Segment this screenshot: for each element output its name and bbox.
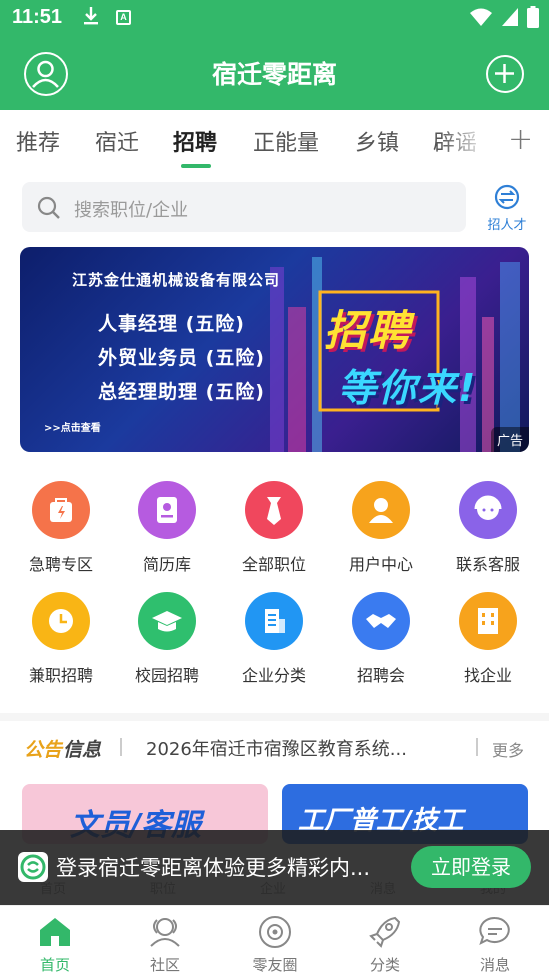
bottom-nav: 首页 社区 零友圈 分类 消息	[0, 905, 549, 977]
banner-job: 人事经理 (五险)	[98, 313, 245, 335]
office-building-icon	[459, 592, 517, 650]
banner-slogan: 等你来!	[338, 366, 478, 410]
app-title: 宿迁零距离	[211, 60, 337, 89]
notice-bar[interactable]: 公告 信息 2026年宿迁市宿豫区教育系统... 更多	[0, 722, 549, 772]
resume-icon	[138, 481, 196, 539]
tab-suqian[interactable]: 宿迁	[95, 125, 139, 157]
service-agent-icon	[459, 481, 517, 539]
category-tabs: 推荐 宿迁 招聘 正能量 乡镇 辟谣 +	[0, 110, 549, 170]
handshake-icon	[352, 592, 410, 650]
grid-label: 找企业	[463, 666, 512, 685]
banner-more-link[interactable]: >>点击查看	[44, 419, 101, 434]
grid-resume-library[interactable]: 简历库	[117, 481, 217, 575]
tab-towns[interactable]: 乡镇	[355, 125, 399, 157]
banner-job: 总经理助理 (五险)	[98, 381, 265, 403]
status-time: 11:51	[12, 6, 63, 28]
add-channel-icon[interactable]: +	[508, 122, 533, 157]
grid-label: 简历库	[142, 555, 191, 574]
section-divider	[0, 713, 549, 721]
download-icon	[82, 6, 100, 31]
nav-label: 首页	[39, 956, 70, 974]
nav-label: 零友圈	[252, 956, 298, 974]
notice-more-link[interactable]: 更多	[492, 737, 524, 761]
add-button[interactable]	[486, 55, 524, 93]
graduation-cap-icon	[138, 592, 196, 650]
grid-find-company[interactable]: 找企业	[438, 592, 538, 686]
login-now-button[interactable]: 立即登录	[411, 846, 531, 888]
toast-message: 登录宿迁零距离体验更多精彩内...	[56, 856, 371, 880]
status-bar: 11:51 A	[0, 0, 549, 37]
grid-user-center[interactable]: 用户中心	[331, 481, 431, 575]
wifi-icon	[469, 7, 493, 31]
ad-badge: 广告	[490, 427, 529, 452]
grid-label: 用户中心	[348, 555, 413, 574]
app-header: 宿迁零距离	[0, 37, 549, 110]
grid-part-time[interactable]: 兼职招聘	[11, 592, 111, 686]
notice-title-b: 信息	[63, 739, 102, 761]
user-icon	[352, 481, 410, 539]
tab-positive-energy[interactable]: 正能量	[253, 125, 319, 157]
nav-label: 分类	[369, 956, 400, 974]
grid-label: 全部职位	[241, 555, 306, 574]
community-icon	[145, 912, 185, 952]
notice-title-a: 公告	[24, 739, 63, 761]
search-bar[interactable]: 搜索职位/企业	[22, 182, 466, 232]
nav-friends-circle[interactable]: 零友圈	[235, 912, 315, 975]
grid-job-fair[interactable]: 招聘会	[331, 592, 431, 686]
banner-company: 江苏金仕通机械设备有限公司	[72, 271, 281, 289]
home-icon	[35, 912, 75, 952]
grid-company-category[interactable]: 企业分类	[224, 592, 324, 686]
grid-contact-service[interactable]: 联系客服	[438, 481, 538, 575]
battery-icon	[527, 6, 539, 32]
active-tab-indicator	[181, 164, 211, 168]
building-doc-icon	[245, 592, 303, 650]
login-toast: 登录宿迁零距离体验更多精彩内... 立即登录	[0, 830, 549, 905]
nav-category[interactable]: 分类	[345, 912, 425, 975]
grid-all-positions[interactable]: 全部职位	[224, 481, 324, 575]
nav-messages[interactable]: 消息	[455, 912, 535, 975]
recruit-talent-label: 招人才	[487, 218, 527, 233]
plus-icon	[495, 64, 514, 83]
banner-job: 外贸业务员 (五险)	[98, 347, 265, 369]
app-notification-icon: A	[116, 10, 131, 25]
banner-slogan: 招聘	[324, 306, 413, 355]
search-icon	[37, 196, 60, 219]
nav-home[interactable]: 首页	[15, 912, 95, 975]
grid-campus[interactable]: 校园招聘	[117, 592, 217, 686]
tab-recommend[interactable]: 推荐	[16, 125, 60, 157]
rocket-icon	[365, 912, 405, 952]
grid-label: 联系客服	[455, 555, 520, 574]
grid-label: 急聘专区	[28, 555, 93, 574]
nav-label: 消息	[479, 956, 510, 974]
nav-label: 社区	[149, 956, 180, 974]
grid-label: 校园招聘	[134, 666, 199, 685]
nav-community[interactable]: 社区	[125, 912, 205, 975]
signal-icon	[501, 7, 519, 31]
message-icon	[475, 912, 515, 952]
notice-text[interactable]: 2026年宿迁市宿豫区教育系统...	[146, 735, 407, 761]
search-placeholder: 搜索职位/企业	[74, 200, 189, 221]
recruit-talent-button[interactable]: 招人才	[484, 184, 530, 233]
ad-banner[interactable]: 江苏金仕通机械设备有限公司 人事经理 (五险) 外贸业务员 (五险) 总经理助理…	[20, 247, 529, 452]
exchange-icon	[494, 184, 520, 210]
app-logo-icon	[18, 852, 48, 882]
bag-lightning-icon	[32, 481, 90, 539]
circle-icon	[255, 912, 295, 952]
grid-label: 招聘会	[356, 666, 405, 685]
grid-label: 企业分类	[241, 666, 306, 685]
tab-recruitment[interactable]: 招聘	[173, 125, 217, 157]
grid-urgent-hiring[interactable]: 急聘专区	[11, 481, 111, 575]
clock-icon	[32, 592, 90, 650]
tie-icon	[245, 481, 303, 539]
grid-label: 兼职招聘	[28, 666, 93, 685]
